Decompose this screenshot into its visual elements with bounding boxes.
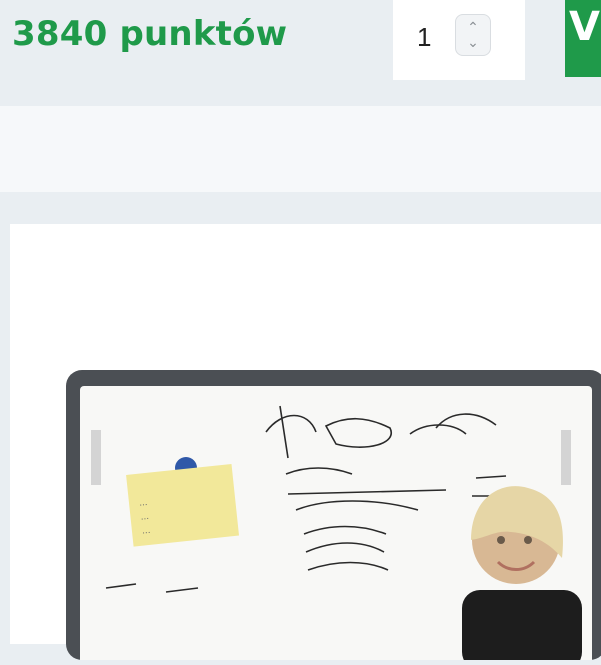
chevron-up-icon[interactable]: ⌃: [456, 20, 490, 34]
spacer-strip: [0, 106, 601, 192]
product-image[interactable]: ... ... ...: [66, 370, 601, 665]
side-marker-right: [561, 430, 571, 485]
presenter-eye-left: [497, 536, 505, 544]
quantity-stepper[interactable]: 1 ⌃ ⌄: [393, 0, 525, 80]
points-price: 3840 punktów: [12, 14, 288, 54]
cart-button-glyph: V: [569, 4, 600, 50]
sticky-line-1: ...: [139, 497, 148, 509]
chevron-down-icon[interactable]: ⌄: [456, 35, 490, 49]
whiteboard-illustration: ... ... ...: [66, 370, 601, 665]
presenter-eye-right: [524, 536, 532, 544]
sticky-line-3: ...: [141, 525, 150, 537]
side-marker-left: [91, 430, 101, 485]
add-to-cart-button[interactable]: V: [565, 0, 601, 77]
quantity-value[interactable]: 1: [417, 22, 431, 53]
product-purchase-bar: 3840 punktów 1 ⌃ ⌄ V: [0, 0, 601, 106]
stepper-arrows[interactable]: ⌃ ⌄: [455, 14, 491, 56]
presenter-jacket: [462, 590, 582, 665]
sticky-line-2: ...: [140, 511, 149, 523]
